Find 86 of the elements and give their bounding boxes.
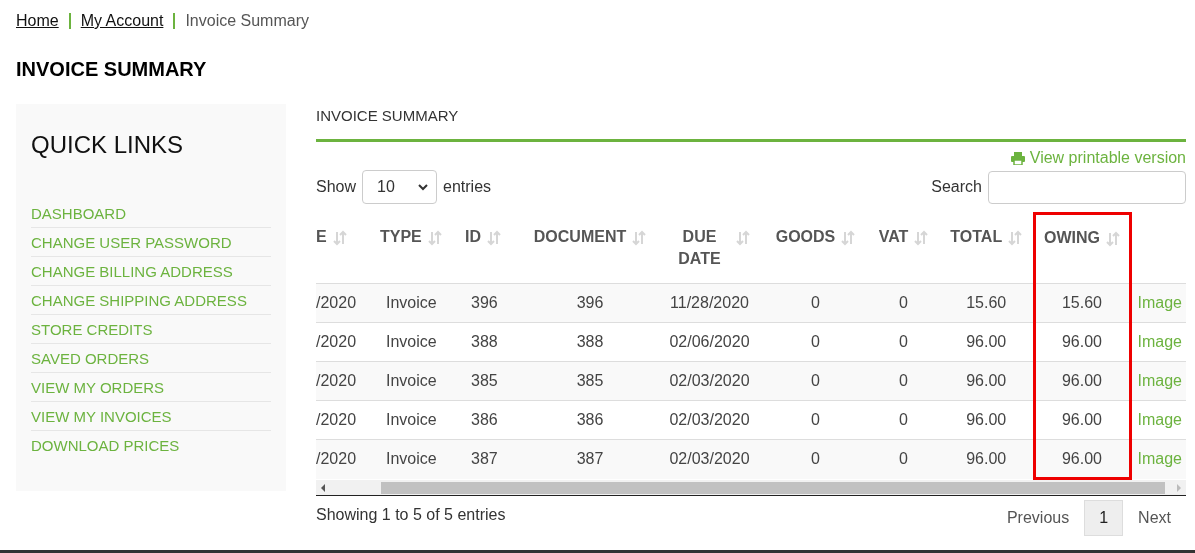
table-cell: 96.00 bbox=[1061, 333, 1102, 350]
chevron-down-icon bbox=[418, 183, 429, 191]
column-header[interactable]: TOTAL bbox=[950, 225, 1003, 248]
column-header[interactable]: TYPE bbox=[380, 225, 422, 248]
table-cell: /2020 bbox=[316, 411, 357, 428]
table-cell: 388 bbox=[576, 333, 604, 350]
table-cell: 385 bbox=[576, 372, 604, 389]
column-header[interactable]: VAT bbox=[878, 225, 909, 248]
table-cell: Invoice bbox=[386, 294, 437, 311]
table-cell: 0 bbox=[899, 333, 908, 350]
column-header[interactable]: E bbox=[316, 225, 327, 248]
table-cell: 396 bbox=[576, 294, 604, 311]
column-header[interactable]: DUE DATE bbox=[669, 225, 730, 270]
sort-icon[interactable] bbox=[735, 229, 750, 246]
horizontal-scrollbar[interactable] bbox=[316, 480, 1186, 496]
table-cell: 02/03/2020 bbox=[669, 372, 750, 389]
pagination-button[interactable]: Next bbox=[1123, 500, 1186, 536]
breadcrumb-separator bbox=[173, 13, 176, 29]
table-cell: Invoice bbox=[386, 333, 437, 350]
breadcrumb-current: Invoice Summary bbox=[185, 12, 309, 30]
table-cell: 396 bbox=[471, 294, 498, 311]
table-cell: /2020 bbox=[316, 294, 357, 311]
table-cell: 96.00 bbox=[966, 450, 1007, 468]
table-cell: 387 bbox=[576, 450, 604, 468]
column-header[interactable]: OWING bbox=[1044, 227, 1100, 249]
pagination-button[interactable]: 1 bbox=[1084, 500, 1124, 536]
table-cell: 96.00 bbox=[966, 333, 1007, 350]
table-cell: 0 bbox=[899, 411, 908, 428]
table-cell: 02/06/2020 bbox=[669, 333, 750, 350]
table-cell: 96.00 bbox=[966, 372, 1007, 389]
table-cell: /2020 bbox=[316, 333, 357, 350]
sort-icon[interactable] bbox=[332, 229, 347, 246]
table-cell: 02/03/2020 bbox=[669, 450, 750, 468]
page-title: INVOICE SUMMARY bbox=[16, 57, 208, 81]
scroll-left-icon[interactable] bbox=[320, 483, 326, 492]
breadcrumb-separator bbox=[68, 13, 71, 29]
sort-icon[interactable] bbox=[841, 229, 856, 246]
table-cell: 11/28/2020 bbox=[670, 294, 749, 311]
sort-icon[interactable] bbox=[1008, 229, 1023, 246]
table-cell: Invoice bbox=[386, 411, 437, 428]
search-label: Search bbox=[931, 178, 982, 196]
table-cell: 15.60 bbox=[1061, 294, 1102, 311]
table-cell: 96.00 bbox=[1061, 411, 1102, 428]
section-title: INVOICE SUMMARY bbox=[316, 104, 1186, 142]
table-cell: 96.00 bbox=[966, 411, 1007, 428]
table-cell: Invoice bbox=[386, 372, 437, 389]
quick-links-title: QUICK LINKS bbox=[31, 131, 185, 159]
column-header[interactable]: GOODS bbox=[775, 225, 836, 248]
sort-icon[interactable] bbox=[914, 229, 929, 246]
sort-icon[interactable] bbox=[632, 229, 647, 246]
search-field[interactable] bbox=[988, 170, 1186, 204]
table-cell: 386 bbox=[471, 411, 498, 428]
table-cell: 0 bbox=[899, 450, 908, 468]
table-cell: 96.00 bbox=[1061, 449, 1102, 467]
table-cell: 0 bbox=[899, 372, 908, 389]
table-cell: 0 bbox=[811, 333, 820, 350]
table-cell: 387 bbox=[471, 450, 498, 468]
entries-info: Showing 1 to 5 of 5 entries bbox=[316, 506, 506, 524]
breadcrumb-link[interactable]: My Account bbox=[80, 12, 164, 30]
table-cell: 0 bbox=[811, 294, 820, 311]
column-header[interactable]: DOCUMENT bbox=[533, 225, 627, 248]
table-cell: 0 bbox=[899, 294, 908, 311]
scrollbar-thumb[interactable] bbox=[381, 481, 1165, 494]
table-cell: 0 bbox=[811, 411, 820, 428]
table-cell: 386 bbox=[576, 411, 604, 428]
column-header[interactable]: ID bbox=[465, 225, 481, 248]
table-cell: Invoice bbox=[386, 450, 437, 468]
printer-icon bbox=[1010, 151, 1025, 165]
table-cell: 0 bbox=[811, 372, 820, 389]
breadcrumb-link[interactable]: Home bbox=[16, 12, 59, 30]
sort-icon[interactable] bbox=[427, 229, 442, 246]
show-label: Show bbox=[316, 178, 357, 196]
sort-icon[interactable] bbox=[487, 229, 501, 246]
table-cell: /2020 bbox=[316, 450, 357, 468]
scroll-right-icon[interactable] bbox=[1176, 483, 1182, 492]
table-cell: 96.00 bbox=[1061, 372, 1102, 389]
table-cell: 0 bbox=[811, 450, 820, 468]
table-cell: 15.60 bbox=[966, 294, 1007, 311]
table-cell: /2020 bbox=[316, 372, 357, 389]
table-cell: 385 bbox=[471, 372, 498, 389]
entries-select[interactable]: 10 bbox=[362, 170, 438, 204]
table-cell: 388 bbox=[471, 333, 498, 350]
pagination-button[interactable]: Previous bbox=[991, 500, 1085, 536]
entries-label: entries bbox=[443, 178, 492, 196]
sort-icon[interactable] bbox=[1106, 231, 1120, 247]
table-cell: 02/03/2020 bbox=[669, 411, 750, 428]
